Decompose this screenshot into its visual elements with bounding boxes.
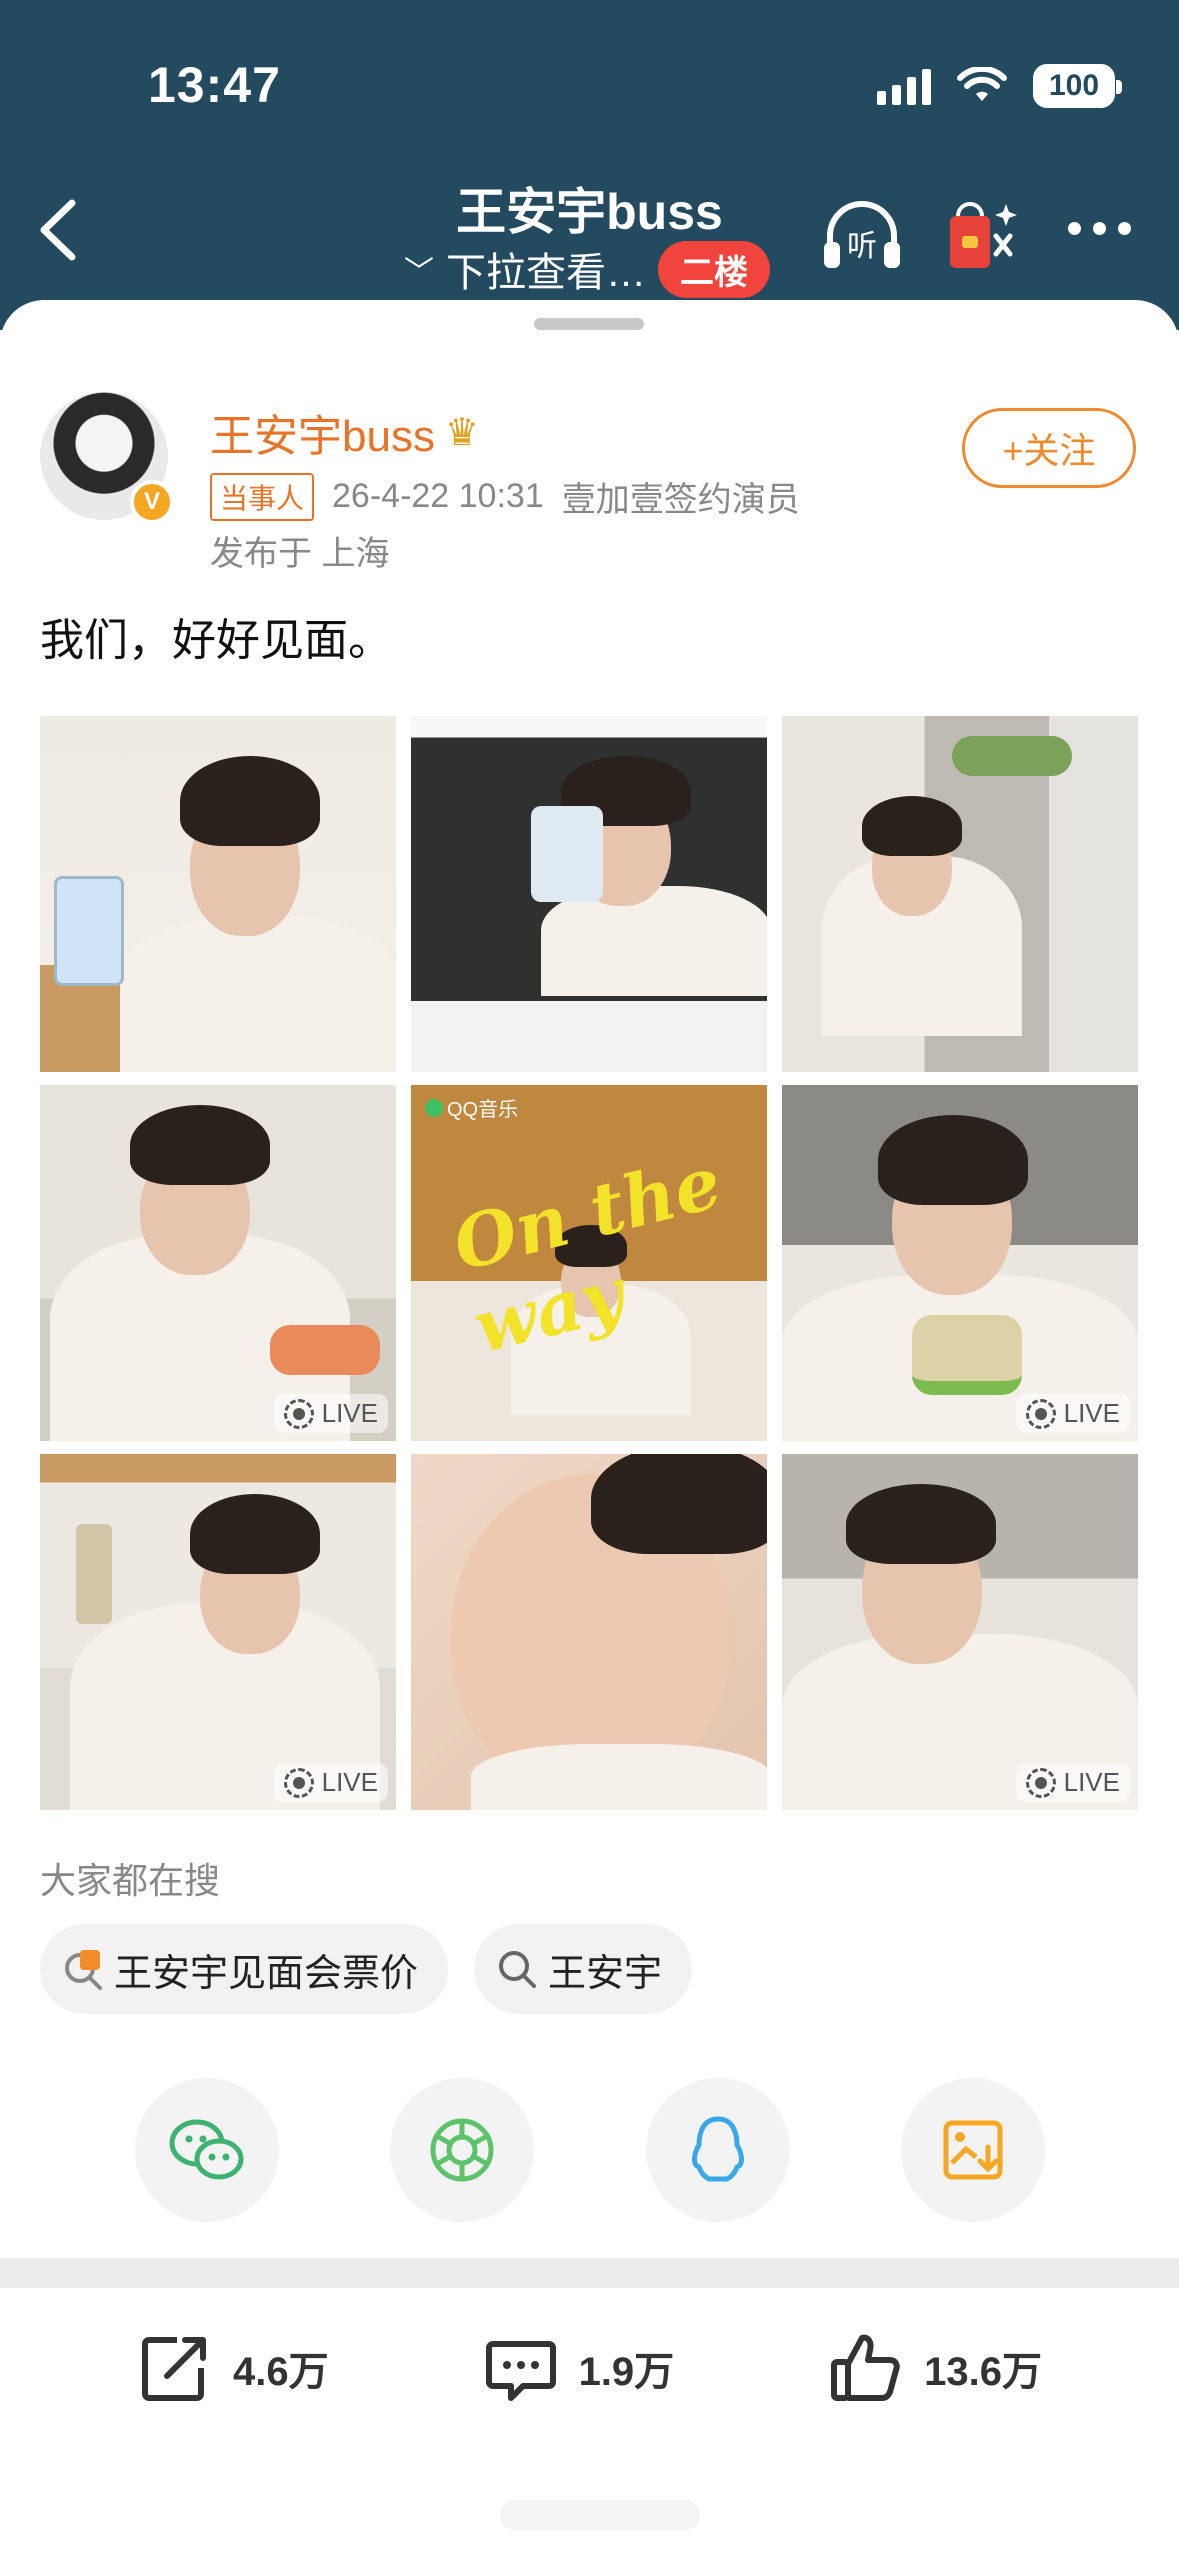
glass-jar (76, 1524, 112, 1624)
author-name-text: 王安宇buss (210, 412, 435, 461)
live-label: LIVE (1063, 1767, 1120, 1797)
crown-icon: ♛ (444, 411, 480, 454)
comment-icon (485, 2341, 556, 2401)
live-icon (1025, 1767, 1056, 1798)
avatar[interactable]: V (40, 392, 174, 524)
share-wechat-button[interactable] (135, 2078, 279, 2222)
like-button[interactable]: 13.6万 (828, 2330, 1042, 2406)
photo-4[interactable]: LIVE (40, 1085, 396, 1441)
qq-music-mark: QQ音乐 (425, 1093, 518, 1122)
wechat-icon (169, 2119, 244, 2180)
comment-button[interactable]: 1.9万 (483, 2330, 675, 2406)
live-label: LIVE (1063, 1398, 1120, 1428)
live-badge[interactable]: LIVE (1015, 1763, 1130, 1802)
top-header: 13:47 100 王安宇buss ﹀ 下拉查看… 二楼 听 (0, 0, 1179, 330)
author-name[interactable]: 王安宇buss ♛ (210, 400, 479, 464)
search-chip-label: 王安宇见面会票价 (114, 1952, 419, 1995)
like-thumb-icon (831, 2334, 900, 2401)
qq-music-label: QQ音乐 (447, 1099, 519, 1121)
status-time: 13:47 (148, 57, 281, 113)
post-source: 壹加壹签约演员 (561, 481, 800, 519)
post-location: 发布于 上海 (210, 535, 390, 573)
live-icon (1025, 1398, 1056, 1429)
battery-icon: 100 (1033, 64, 1122, 108)
verified-badge-icon: V (130, 480, 174, 524)
share-save-image-button[interactable] (900, 2078, 1045, 2222)
follow-button[interactable]: +关注 (962, 408, 1136, 488)
live-label: LIVE (321, 1398, 378, 1428)
post-timestamp: 26-4-22 10:31 (332, 477, 544, 515)
live-badge[interactable]: LIVE (273, 1763, 388, 1802)
battery-level: 100 (1048, 69, 1100, 102)
listen-label: 听 (847, 229, 877, 264)
second-floor-badge[interactable]: 二楼 (658, 240, 770, 298)
photo-1[interactable] (40, 716, 396, 1072)
photo-9[interactable]: LIVE (782, 1454, 1138, 1810)
share-qq-button[interactable] (645, 2078, 790, 2222)
share-row (135, 2078, 1045, 2222)
pull-down-label: 下拉查看… (446, 251, 646, 295)
live-icon (283, 1767, 314, 1798)
search-chip-name[interactable]: 王安宇 (474, 1924, 693, 2014)
moments-icon (430, 2118, 494, 2182)
trending-search-chips: 王安宇见面会票价 王安宇 (40, 1924, 693, 2014)
search-chip-ticket-price[interactable]: 王安宇见面会票价 (40, 1924, 449, 2014)
like-count: 13.6万 (924, 2350, 1042, 2394)
more-options-icon[interactable] (1068, 222, 1131, 235)
mug (531, 806, 603, 902)
save-image-icon (943, 2120, 1003, 2180)
repost-button[interactable]: 4.6万 (137, 2330, 329, 2406)
photo-6[interactable]: LIVE (782, 1085, 1138, 1441)
photo-5[interactable]: QQ音乐 On the way (411, 1085, 767, 1441)
live-label: LIVE (321, 1767, 378, 1797)
fridge-food (952, 736, 1072, 776)
section-divider (0, 2258, 1179, 2288)
photo-2[interactable] (411, 716, 767, 1072)
post-meta: 当事人 26-4-22 10:31 壹加壹签约演员 (210, 472, 800, 521)
post-actions-bar: 4.6万 1.9万 13.6万 (0, 2330, 1179, 2406)
repost-icon (141, 2337, 206, 2401)
red-packet-icon[interactable] (946, 196, 1022, 272)
chevron-down-icon: ﹀ (404, 256, 434, 289)
comment-count: 1.9万 (578, 2350, 675, 2394)
drag-handle[interactable] (534, 318, 644, 330)
wifi-icon (957, 67, 1007, 101)
repost-count: 4.6万 (232, 2350, 329, 2394)
hot-search-icon (65, 1950, 102, 1990)
live-badge[interactable]: LIVE (1015, 1394, 1130, 1433)
qq-icon (691, 2116, 744, 2182)
live-icon (283, 1398, 314, 1429)
post-text: 我们，好好见面。 (40, 616, 392, 665)
share-moments-button[interactable] (390, 2078, 535, 2222)
signal-icon (877, 67, 931, 105)
pull-down-hint[interactable]: ﹀ 下拉查看… 二楼 (404, 240, 770, 298)
search-chip-label: 王安宇 (548, 1952, 663, 1995)
photo-3[interactable] (782, 716, 1138, 1072)
post-card: V 王安宇buss ♛ 当事人 26-4-22 10:31 壹加壹签约演员 发布… (0, 300, 1179, 2556)
trending-search-title: 大家都在搜 (40, 1860, 221, 1901)
sandwich (912, 1315, 1022, 1395)
listen-headphones-icon[interactable]: 听 (820, 198, 904, 272)
candy-jar (54, 876, 124, 986)
artwork-text: On the way (444, 1138, 730, 1370)
photo-7[interactable]: LIVE (40, 1454, 396, 1810)
search-icon (499, 1951, 537, 1988)
home-indicator (500, 2500, 700, 2530)
photo-8[interactable] (411, 1454, 767, 1810)
fruit-plate (270, 1325, 380, 1375)
photo-grid: LIVE QQ音乐 On the way LIVE LIVE LIVE (40, 716, 1138, 1810)
live-badge[interactable]: LIVE (273, 1394, 388, 1433)
author-tag: 当事人 (210, 472, 315, 521)
status-icons: 100 (877, 64, 1122, 108)
